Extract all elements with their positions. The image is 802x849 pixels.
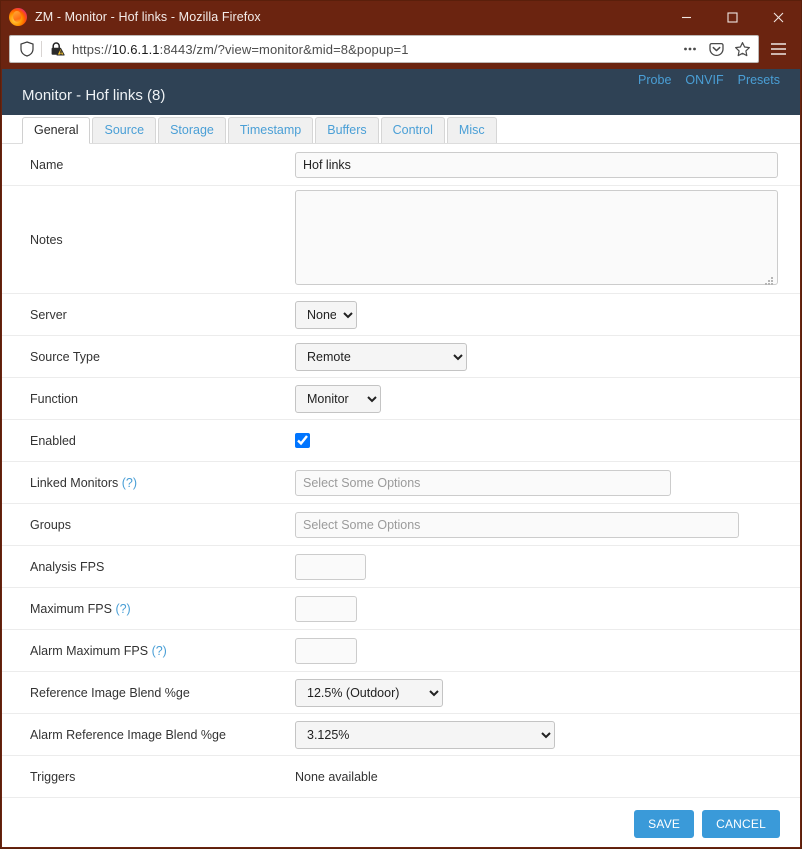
groups-input[interactable] xyxy=(295,511,739,538)
presets-link[interactable]: Presets xyxy=(738,73,780,87)
maximum-fps-label: Maximum FPS (?) xyxy=(2,602,295,616)
alarm-maximum-fps-input[interactable] xyxy=(295,637,357,664)
notes-textarea[interactable] xyxy=(295,189,778,285)
url-separator xyxy=(41,41,42,57)
tab-source[interactable]: Source xyxy=(92,117,157,143)
tab-general[interactable]: General xyxy=(22,117,91,144)
linked-monitors-label-text: Linked Monitors xyxy=(30,475,119,490)
alarm-maximum-fps-label: Alarm Maximum FPS (?) xyxy=(2,644,295,658)
cancel-button[interactable]: CANCEL xyxy=(702,810,780,838)
row-groups: Groups xyxy=(2,504,800,546)
row-reference-blend: Reference Image Blend %ge 12.5% (Outdoor… xyxy=(2,672,800,714)
form-actions: SAVE CANCEL xyxy=(2,798,800,838)
url-host: 10.6.1.1 xyxy=(111,41,160,57)
bookmark-star-icon[interactable] xyxy=(730,37,754,61)
row-notes: Notes xyxy=(2,186,800,294)
row-source-type: Source Type Remote xyxy=(2,336,800,378)
maximum-fps-label-text: Maximum FPS xyxy=(30,601,112,616)
source-type-label: Source Type xyxy=(30,349,100,364)
maximum-fps-input[interactable] xyxy=(295,595,357,622)
save-button[interactable]: SAVE xyxy=(634,810,695,838)
groups-label: Groups xyxy=(30,517,71,532)
alarm-maximum-fps-label-text: Alarm Maximum FPS xyxy=(30,643,149,658)
title-bar: ZM - Monitor - Hof links - Mozilla Firef… xyxy=(1,1,801,33)
analysis-fps-input[interactable] xyxy=(295,553,366,580)
url-scheme: https:// xyxy=(72,41,112,57)
enabled-label: Enabled xyxy=(30,433,76,448)
triggers-value: None available xyxy=(295,769,378,784)
row-server: Server None xyxy=(2,294,800,336)
name-input[interactable] xyxy=(295,151,778,178)
reference-blend-select[interactable]: 12.5% (Outdoor) xyxy=(295,678,443,707)
zm-header: Probe ONVIF Presets Monitor - Hof links … xyxy=(2,69,800,115)
firefox-window: ZM - Monitor - Hof links - Mozilla Firef… xyxy=(0,0,802,849)
page-title: Monitor - Hof links (8) xyxy=(22,87,166,104)
url-path: :8443/zm/?view=monitor&mid=8&popup=1 xyxy=(159,41,409,57)
row-enabled: Enabled xyxy=(2,420,800,462)
pocket-icon[interactable] xyxy=(704,37,728,61)
close-icon[interactable] xyxy=(755,1,801,33)
row-alarm-reference-blend: Alarm Reference Image Blend %ge 3.125% xyxy=(2,714,800,756)
linked-monitors-label: Linked Monitors (?) xyxy=(2,476,295,490)
linked-monitors-input[interactable] xyxy=(295,469,671,496)
window-controls xyxy=(663,1,801,33)
window-title: ZM - Monitor - Hof links - Mozilla Firef… xyxy=(35,10,261,24)
enabled-checkbox[interactable] xyxy=(295,433,310,448)
url-bar[interactable]: https://10.6.1.1:8443/zm/?view=monitor&m… xyxy=(9,35,759,63)
tab-bar: General Source Storage Timestamp Buffers… xyxy=(2,115,800,144)
tab-timestamp[interactable]: Timestamp xyxy=(227,117,314,143)
maximum-fps-help-icon[interactable]: (?) xyxy=(115,602,130,616)
url-text[interactable]: https://10.6.1.1:8443/zm/?view=monitor&m… xyxy=(67,42,678,57)
maximize-icon[interactable] xyxy=(709,1,755,33)
navigation-toolbar: https://10.6.1.1:8443/zm/?view=monitor&m… xyxy=(1,33,801,69)
server-label: Server xyxy=(30,307,67,322)
onvif-link[interactable]: ONVIF xyxy=(685,73,723,87)
tab-storage[interactable]: Storage xyxy=(158,117,226,143)
tracking-protection-shield-icon[interactable] xyxy=(16,39,38,59)
monitor-general-form: Name Notes Serve xyxy=(2,143,800,847)
app-menu-icon[interactable] xyxy=(763,35,793,63)
connection-lock-warning-icon[interactable] xyxy=(47,39,67,59)
row-maximum-fps: Maximum FPS (?) xyxy=(2,588,800,630)
url-bar-icons xyxy=(678,37,754,61)
page-content: Probe ONVIF Presets Monitor - Hof links … xyxy=(2,69,800,847)
alarm-reference-blend-label: Alarm Reference Image Blend %ge xyxy=(30,727,226,742)
reference-blend-label: Reference Image Blend %ge xyxy=(30,685,190,700)
triggers-label: Triggers xyxy=(30,769,76,784)
analysis-fps-label: Analysis FPS xyxy=(30,559,105,574)
row-alarm-maximum-fps: Alarm Maximum FPS (?) xyxy=(2,630,800,672)
row-analysis-fps: Analysis FPS xyxy=(2,546,800,588)
function-select[interactable]: Monitor xyxy=(295,384,381,413)
name-label: Name xyxy=(30,157,64,172)
tab-misc[interactable]: Misc xyxy=(446,117,497,143)
firefox-logo-icon xyxy=(9,8,27,26)
row-name: Name xyxy=(2,144,800,186)
page-actions-ellipsis-icon[interactable] xyxy=(678,37,702,61)
source-type-select[interactable]: Remote xyxy=(295,342,467,371)
zm-header-links: Probe ONVIF Presets xyxy=(638,73,780,87)
alarm-reference-blend-select[interactable]: 3.125% xyxy=(295,720,555,749)
minimize-icon[interactable] xyxy=(663,1,709,33)
tab-control[interactable]: Control xyxy=(380,117,445,143)
function-label: Function xyxy=(30,391,78,406)
notes-label: Notes xyxy=(30,232,63,247)
row-function: Function Monitor xyxy=(2,378,800,420)
row-triggers: Triggers None available xyxy=(2,756,800,798)
tab-buffers[interactable]: Buffers xyxy=(315,117,379,143)
row-linked-monitors: Linked Monitors (?) xyxy=(2,462,800,504)
alarm-maximum-fps-help-icon[interactable]: (?) xyxy=(152,644,167,658)
probe-link[interactable]: Probe xyxy=(638,73,671,87)
server-select[interactable]: None xyxy=(295,300,357,329)
linked-monitors-help-icon[interactable]: (?) xyxy=(122,476,137,490)
